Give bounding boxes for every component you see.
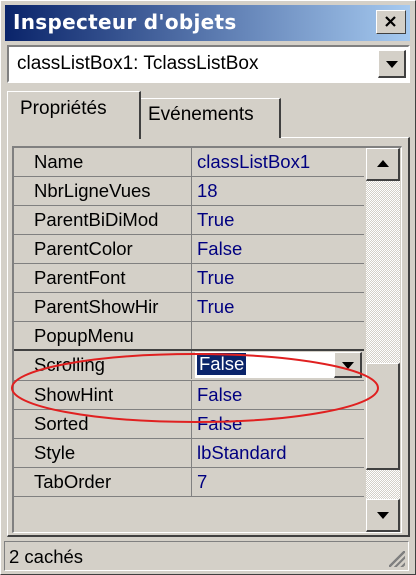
status-bar: 2 cachés bbox=[4, 541, 409, 571]
close-button[interactable] bbox=[376, 10, 406, 34]
tab-events[interactable]: Evénements bbox=[139, 98, 281, 138]
object-selector-dropdown-button[interactable] bbox=[378, 50, 406, 78]
size-grip-icon[interactable] bbox=[389, 551, 405, 567]
tab-events-label: Evénements bbox=[148, 104, 254, 125]
object-selector-combo[interactable]: classListBox1: TclassListBox bbox=[7, 45, 410, 83]
window-title: Inspecteur d'objets bbox=[13, 10, 237, 34]
close-icon bbox=[385, 16, 396, 27]
tab-properties-label: Propriétés bbox=[20, 98, 107, 119]
tab-panel bbox=[7, 137, 410, 537]
object-inspector-window: Inspecteur d'objets classListBox1: Tclas… bbox=[0, 0, 416, 575]
tab-properties[interactable]: Propriétés bbox=[7, 91, 141, 139]
chevron-down-icon bbox=[385, 60, 398, 68]
object-selector-value: classListBox1: TclassListBox bbox=[17, 53, 259, 74]
title-bar[interactable]: Inspecteur d'objets bbox=[5, 5, 410, 41]
hidden-count-text: 2 cachés bbox=[9, 546, 84, 567]
